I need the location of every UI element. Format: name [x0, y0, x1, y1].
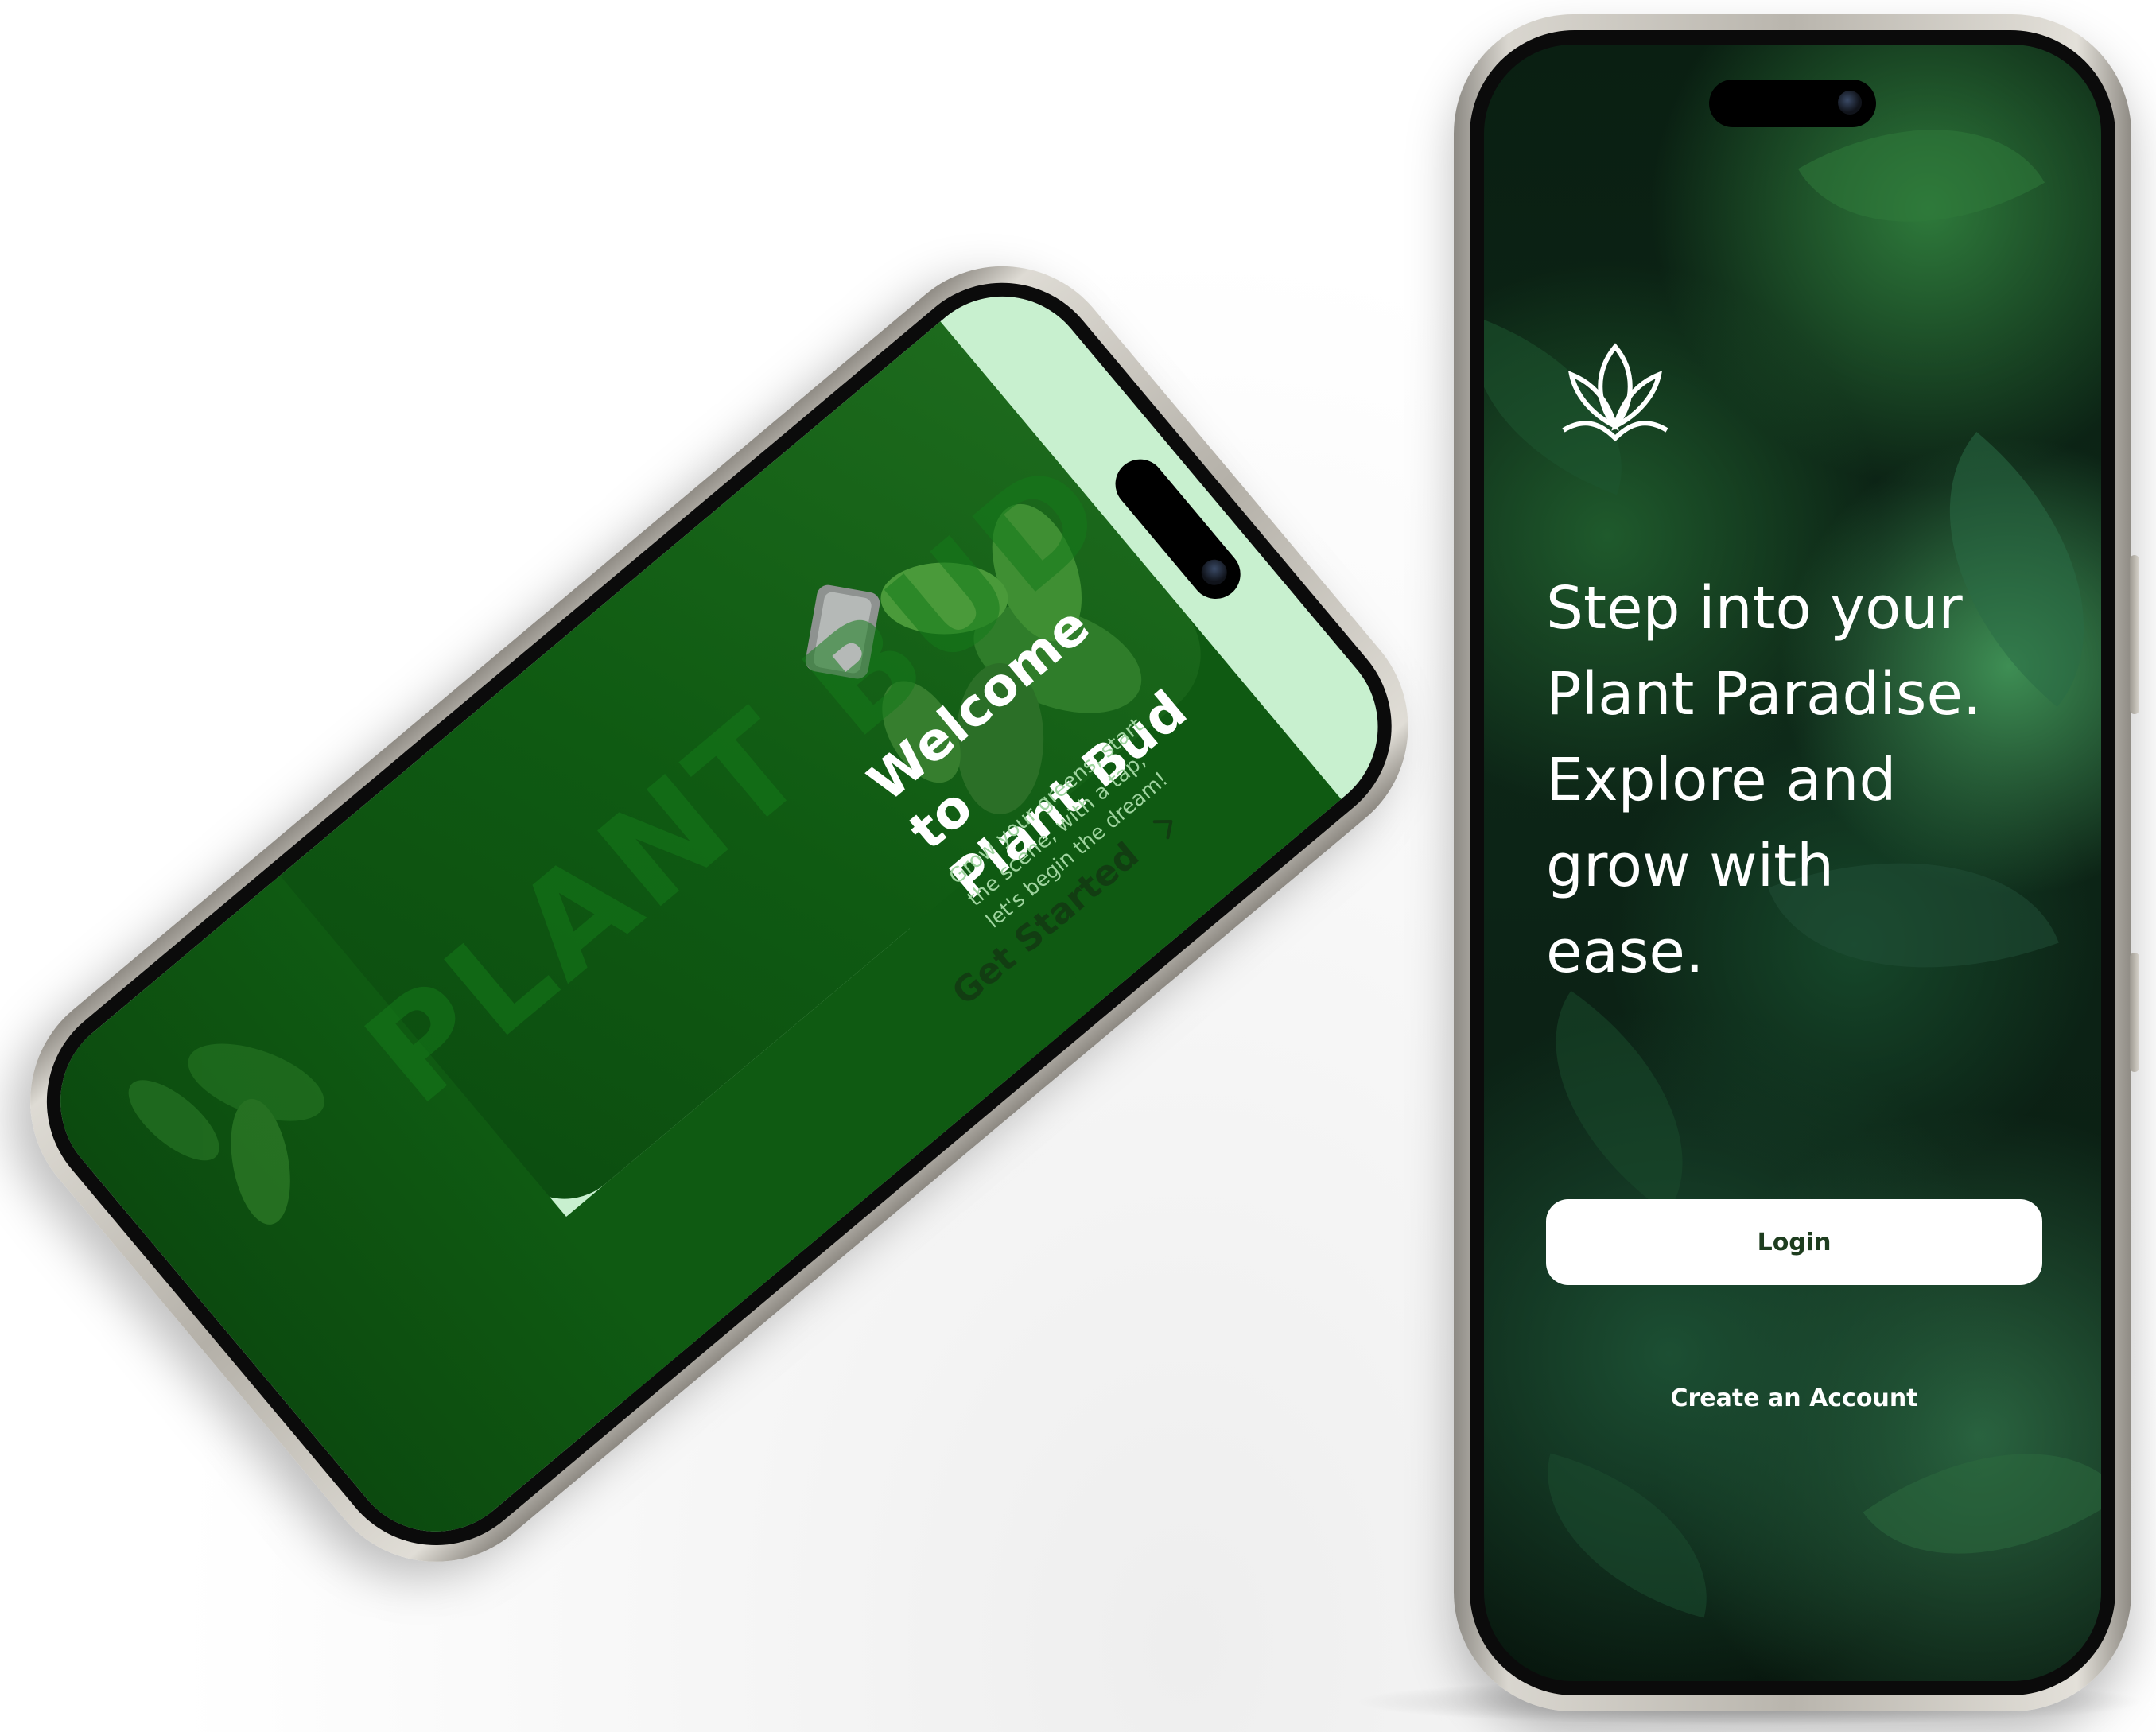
onboarding-phone-mockup: PLANT BUD Welcome to Plant Bud Grow your…	[0, 138, 1564, 1732]
side-button-lower	[2130, 953, 2139, 1072]
camera-lens	[1196, 554, 1233, 591]
foliage-leaf	[1519, 1453, 1735, 1618]
phone-frame-left: PLANT BUD Welcome to Plant Bud Grow your…	[0, 217, 1457, 1611]
login-phone-mockup: Step into your Plant Paradise. Explore a…	[1454, 14, 2139, 1711]
mockup-stage: PLANT BUD Welcome to Plant Bud Grow your…	[0, 0, 2156, 1732]
lotus-leaf-icon	[1562, 343, 1668, 442]
dynamic-island	[1709, 80, 1876, 127]
camera-lens	[1838, 91, 1862, 115]
side-button-upper	[2130, 555, 2139, 714]
login-screen: Step into your Plant Paradise. Explore a…	[1484, 45, 2101, 1681]
login-button[interactable]: Login	[1546, 1199, 2042, 1285]
foliage-leaf	[1498, 990, 1741, 1214]
foliage-leaf	[1863, 1384, 2101, 1623]
hero-headline: Step into your Plant Paradise. Explore a…	[1546, 574, 1982, 986]
create-account-link[interactable]: Create an Account	[1546, 1384, 2042, 1412]
